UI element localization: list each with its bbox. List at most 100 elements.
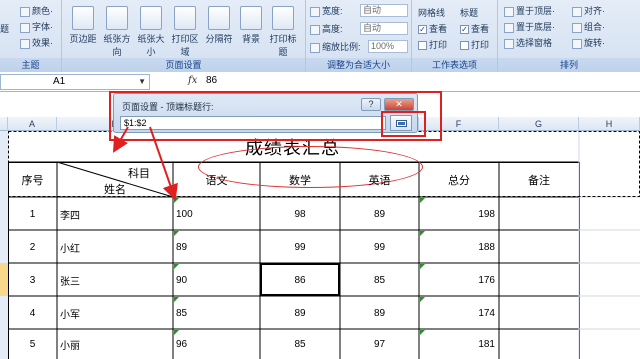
cell-no[interactable]: 2 <box>8 231 57 263</box>
name-box[interactable]: A1 ▼ <box>0 74 150 90</box>
header-math[interactable]: 数学 <box>260 163 340 197</box>
cell-english[interactable]: 97 <box>340 330 419 359</box>
formula-bar: A1 ▼ fx 86 <box>0 72 640 92</box>
cell-english[interactable]: 89 <box>340 198 419 230</box>
formula-input[interactable]: 86 <box>206 75 217 86</box>
bring-forward-button[interactable]: 置于顶层· <box>504 4 555 18</box>
headings-label: 标题 <box>460 8 479 18</box>
header-no[interactable]: 序号 <box>8 163 57 197</box>
margins-button[interactable]: 页边距 <box>66 4 100 54</box>
cell-total[interactable]: 174 <box>419 297 499 329</box>
header-english[interactable]: 英语 <box>340 163 419 197</box>
gridlines-print-checkbox[interactable]: 打印 <box>418 38 447 52</box>
cell-chinese[interactable]: 85 <box>173 297 260 329</box>
width-label: 宽度: <box>310 4 343 18</box>
cell-name[interactable]: 小红 <box>57 231 173 263</box>
selection-pane-icon <box>504 38 514 49</box>
cell-no[interactable]: 4 <box>8 297 57 329</box>
cell-chinese[interactable]: 100 <box>173 198 260 230</box>
send-backward-button[interactable]: 置于底层· <box>504 20 555 34</box>
cell-math[interactable]: 98 <box>260 198 340 230</box>
scale-to-fit-group-label: 调整为合适大小 <box>306 58 411 72</box>
orientation-button[interactable]: 纸张方向 <box>100 4 134 57</box>
breaks-button[interactable]: 分隔符 <box>202 4 236 54</box>
cell-name[interactable]: 小军 <box>57 297 173 329</box>
chevron-down-icon[interactable]: ▼ <box>138 75 146 89</box>
theme-group: 题 颜色· 字体· 效果· 主题 <box>0 0 62 72</box>
group-button[interactable]: 组合· <box>572 20 605 34</box>
cell-total[interactable]: 188 <box>419 231 499 263</box>
cell-math[interactable]: 86 <box>260 264 340 296</box>
cell-total[interactable]: 176 <box>419 264 499 296</box>
paper-size-icon <box>140 6 162 30</box>
checkmark-icon: ✓ <box>418 25 427 35</box>
cell-english[interactable]: 85 <box>340 264 419 296</box>
print-area-icon <box>174 6 196 30</box>
arrange-group: 置于顶层· 置于底层· 选择窗格 对齐· 组合· 旋转· 排列 <box>498 0 640 72</box>
effects-icon <box>20 38 30 49</box>
function-icon[interactable]: fx <box>188 75 197 86</box>
bring-forward-icon <box>504 6 514 17</box>
background-icon <box>240 6 262 30</box>
ribbon: 题 颜色· 字体· 效果· 主题 页边距 纸张方向 纸张大小 打印区域 分隔符 … <box>0 0 640 72</box>
cell-english[interactable]: 89 <box>340 297 419 329</box>
effects-button[interactable]: 效果· <box>20 36 53 50</box>
cell-chinese[interactable]: 96 <box>173 330 260 359</box>
fonts-button[interactable]: 字体· <box>20 20 53 34</box>
cell-total[interactable]: 181 <box>419 330 499 359</box>
arrange-group-label: 排列 <box>498 58 640 72</box>
page-setup-group: 页边距 纸张方向 纸张大小 打印区域 分隔符 背景 打印标题 页面设置 <box>62 0 306 72</box>
breaks-icon <box>208 6 230 30</box>
header-total[interactable]: 总分 <box>419 163 499 197</box>
gridlines-view-checkbox[interactable]: ✓ 查看 <box>418 22 447 36</box>
page-setup-group-label: 页面设置 <box>62 58 305 72</box>
cell-name[interactable]: 张三 <box>57 264 173 296</box>
column-header[interactable]: A <box>8 117 57 131</box>
cell-math[interactable]: 85 <box>260 330 340 359</box>
header-remark[interactable]: 备注 <box>499 163 579 197</box>
header-subject[interactable]: 科目 <box>128 165 150 181</box>
cell-no[interactable]: 1 <box>8 198 57 230</box>
cell-no[interactable]: 5 <box>8 330 57 359</box>
checkbox-icon <box>460 41 469 51</box>
width-icon <box>310 6 320 17</box>
colors-button[interactable]: 颜色· <box>20 4 53 18</box>
align-button[interactable]: 对齐· <box>572 4 605 18</box>
row-header-selected <box>0 263 8 296</box>
height-label: 高度: <box>310 22 343 36</box>
cell-no[interactable]: 3 <box>8 264 57 296</box>
cell-chinese[interactable]: 90 <box>173 264 260 296</box>
cell-name[interactable]: 小丽 <box>57 330 173 359</box>
scale-to-fit-group: 宽度: 自动 高度: 自动 缩放比例: 100% 调整为合适大小 <box>306 0 412 72</box>
select-all-corner[interactable] <box>0 117 8 131</box>
column-header[interactable]: H <box>579 117 640 131</box>
fonts-icon <box>20 22 30 33</box>
cell-english[interactable]: 99 <box>340 231 419 263</box>
header-name[interactable]: 姓名 <box>104 181 126 197</box>
colors-icon <box>20 6 30 17</box>
width-select[interactable]: 自动 <box>360 4 408 17</box>
print-area-button[interactable]: 打印区域 <box>168 4 202 57</box>
cell-total[interactable]: 198 <box>419 198 499 230</box>
size-button[interactable]: 纸张大小 <box>134 4 168 57</box>
scale-input[interactable]: 100% <box>368 40 408 53</box>
header-chinese[interactable]: 语文 <box>173 163 260 197</box>
rotate-button[interactable]: 旋转· <box>572 36 605 50</box>
scale-label: 缩放比例: <box>310 40 361 54</box>
gridlines-label: 网格线 <box>418 8 446 18</box>
selection-pane-button[interactable]: 选择窗格 <box>504 36 552 50</box>
cell-math[interactable]: 89 <box>260 297 340 329</box>
headings-print-checkbox[interactable]: 打印 <box>460 38 489 52</box>
theme-group-label: 主题 <box>0 58 61 72</box>
background-button[interactable]: 背景 <box>234 4 268 54</box>
print-titles-button[interactable]: 打印标题 <box>266 4 300 57</box>
cell-math[interactable]: 99 <box>260 231 340 263</box>
annotation-box-button <box>381 111 426 137</box>
send-backward-icon <box>504 22 514 33</box>
theme-button[interactable]: 题 <box>0 22 9 36</box>
cell-name[interactable]: 李四 <box>57 198 173 230</box>
column-header[interactable]: G <box>499 117 579 131</box>
headings-view-checkbox[interactable]: ✓ 查看 <box>460 22 489 36</box>
cell-chinese[interactable]: 89 <box>173 231 260 263</box>
height-select[interactable]: 自动 <box>360 22 408 35</box>
